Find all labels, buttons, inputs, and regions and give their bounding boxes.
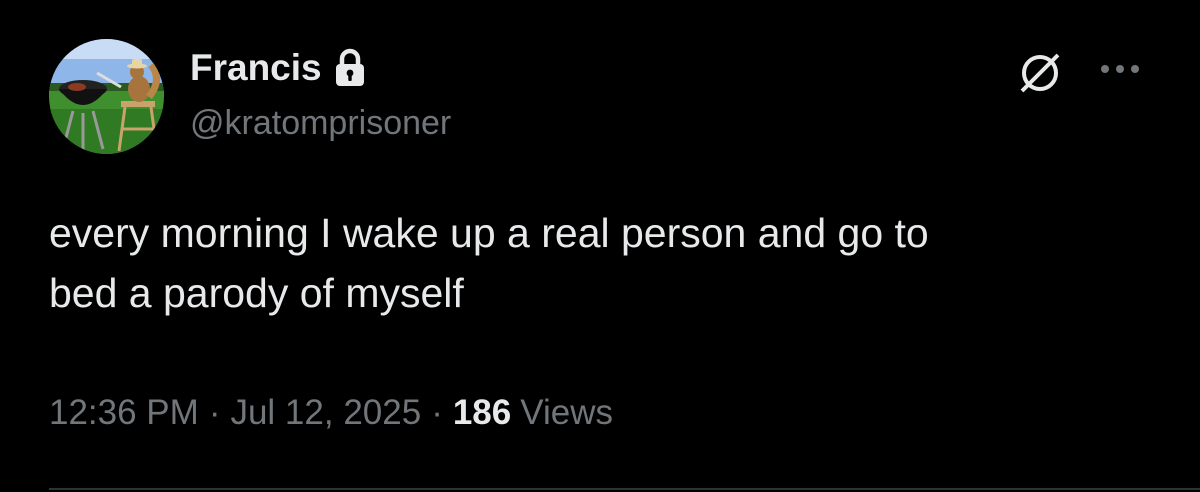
views-count: 186 <box>452 393 512 432</box>
tweet-text: every morning I wake up a real person an… <box>49 210 929 316</box>
author-name-row: Francis <box>190 46 366 90</box>
tweet: Francis @kratomprisoner every morning I … <box>0 0 1200 492</box>
avatar[interactable] <box>49 39 164 154</box>
more-icon[interactable] <box>1098 61 1142 77</box>
lock-icon <box>334 48 366 88</box>
tweet-date[interactable]: Jul 12, 2025 <box>230 393 421 433</box>
author-handle[interactable]: @kratomprisoner <box>190 104 451 143</box>
grok-icon[interactable] <box>1017 50 1063 96</box>
tweet-meta: 12:36 PM · Jul 12, 2025 · 186 Views <box>49 389 613 437</box>
views-label: Views <box>520 393 613 432</box>
separator: · <box>208 393 221 432</box>
avatar-image <box>49 39 164 154</box>
separator: · <box>431 393 443 432</box>
tweet-time[interactable]: 12:36 PM <box>49 393 199 433</box>
display-name[interactable]: Francis <box>190 47 322 89</box>
divider <box>49 488 1200 490</box>
